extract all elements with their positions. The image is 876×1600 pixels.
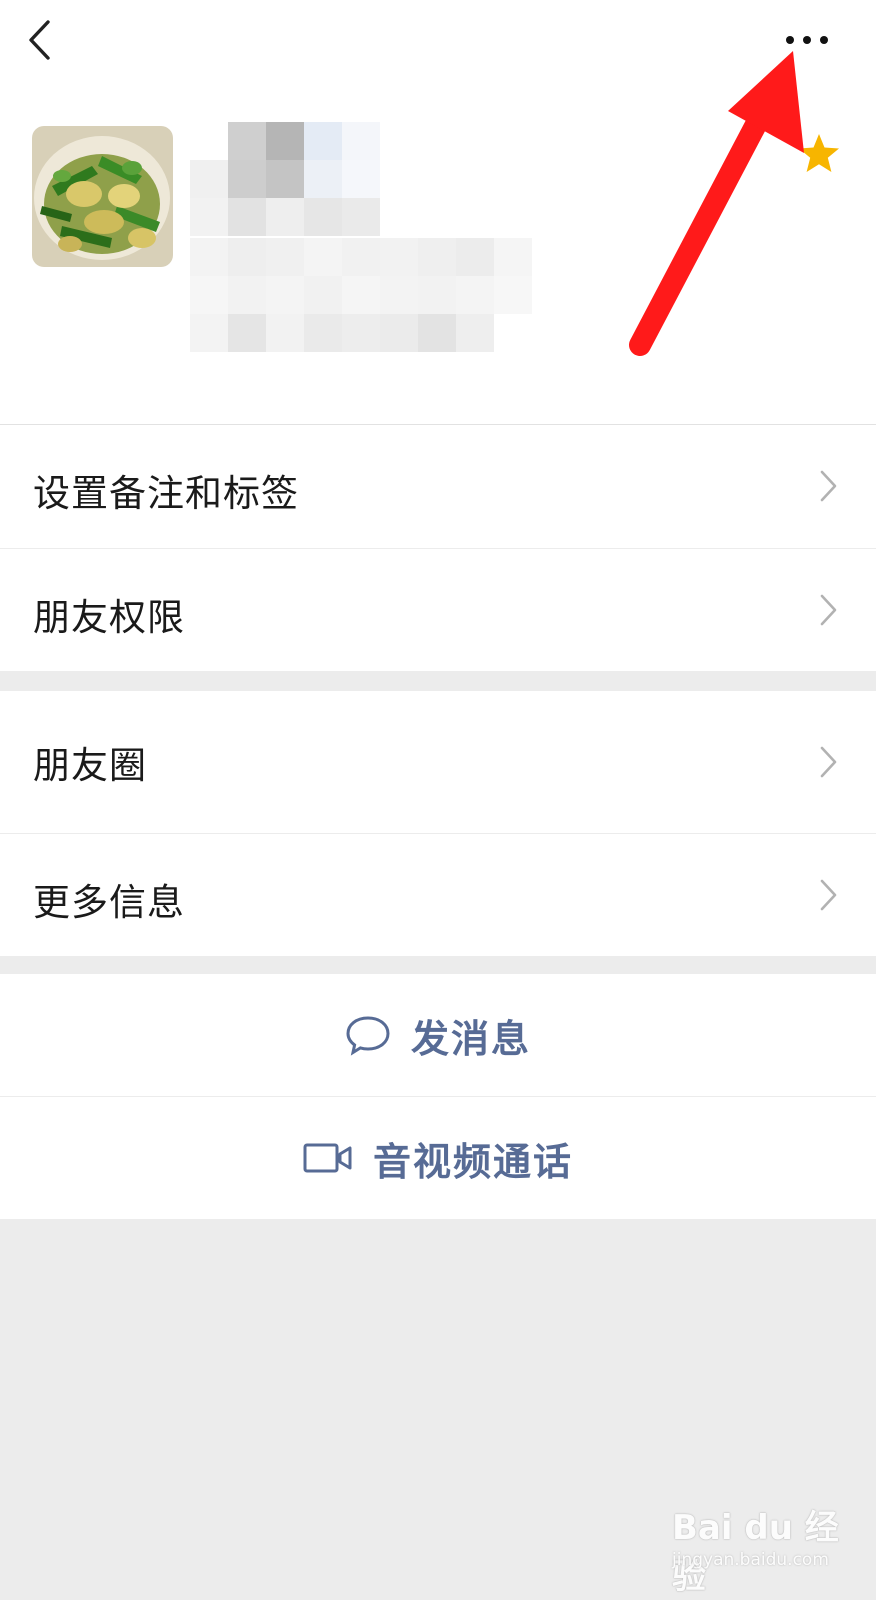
chat-bubble-icon: [346, 1016, 390, 1056]
chevron-right-icon: [820, 470, 837, 502]
chevron-right-icon: [820, 746, 837, 778]
more-dot: [803, 36, 811, 44]
baidu-watermark: Bai du 经验 jingyan.baidu.com: [672, 1500, 842, 1597]
more-options-button[interactable]: [786, 22, 846, 58]
star-friend-icon: [797, 132, 841, 176]
watermark-main: Bai du 经验: [672, 1508, 839, 1597]
menu-item-label: 朋友圈: [33, 744, 147, 787]
video-call-button[interactable]: 音视频通话: [0, 1097, 876, 1219]
chevron-right-icon: [820, 879, 837, 911]
more-dot: [820, 36, 828, 44]
back-button[interactable]: [22, 18, 62, 62]
profile-header: [0, 0, 876, 425]
menu-item-label: 更多信息: [33, 881, 185, 924]
avatar[interactable]: [32, 126, 173, 267]
watermark-sub: jingyan.baidu.com: [672, 1550, 829, 1570]
menu-item-label: 设置备注和标签: [33, 472, 299, 515]
annotation-arrow: [629, 51, 804, 356]
menu-item-moments[interactable]: 朋友圈: [0, 691, 876, 833]
menu-item-more-info[interactable]: 更多信息: [0, 834, 876, 956]
more-dots-icon: [786, 36, 794, 44]
blurred-profile-info: [186, 122, 548, 362]
menu-item-remark-tags[interactable]: 设置备注和标签: [0, 425, 876, 548]
video-call-label: 音视频通话: [372, 1139, 573, 1184]
send-message-label: 发消息: [410, 1016, 531, 1061]
menu-item-label: 朋友权限: [33, 596, 185, 639]
menu-item-friend-permissions[interactable]: 朋友权限: [0, 549, 876, 671]
video-camera-icon: [303, 1143, 352, 1173]
chevron-right-icon: [820, 594, 837, 626]
avatar-image: [32, 126, 173, 267]
star-icon: [799, 134, 839, 172]
chevron-left-icon: [29, 20, 50, 60]
send-message-button[interactable]: 发消息: [0, 974, 876, 1096]
